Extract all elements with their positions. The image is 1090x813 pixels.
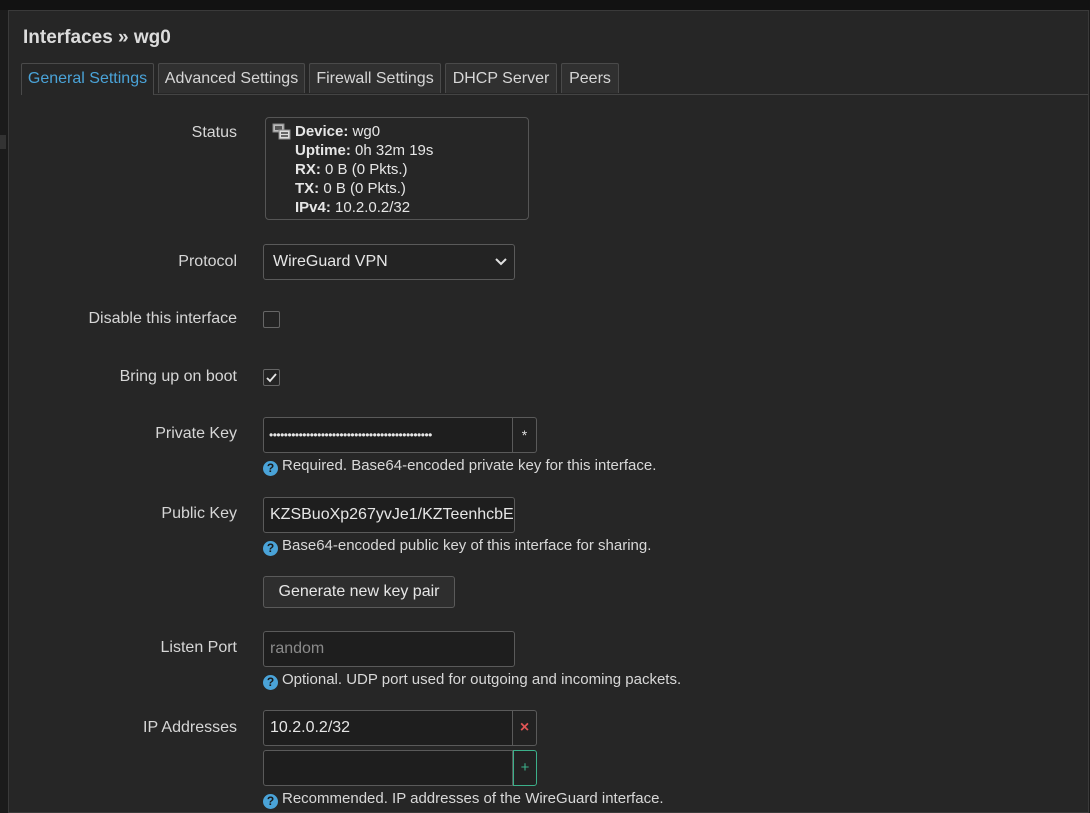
help-icon: ?: [263, 461, 278, 476]
bring-up-on-boot-label: Bring up on boot: [119, 368, 237, 385]
disable-interface-checkbox[interactable]: [263, 311, 280, 328]
private-key-label: Private Key: [155, 425, 237, 442]
bring-up-on-boot-checkbox[interactable]: [263, 369, 280, 386]
generate-key-pair-button[interactable]: Generate new key pair: [263, 576, 455, 608]
public-key-input[interactable]: KZSBuoXp267yvJe1/KZTeenhcbEr: [263, 497, 515, 533]
status-details: Device: wg0 Uptime: 0h 32m 19s RX: 0 B (…: [295, 122, 433, 217]
public-key-help: ? Base64-encoded public key of this inter…: [263, 537, 651, 556]
status-tx: TX: 0 B (0 Pkts.): [295, 180, 406, 197]
tab-dhcp-server[interactable]: DHCP Server: [445, 63, 557, 93]
help-icon: ?: [263, 541, 278, 556]
protocol-select[interactable]: WireGuard VPN: [263, 244, 515, 280]
status-ipv4: IPv4: 10.2.0.2/32: [295, 199, 411, 216]
listen-port-help: ? Optional. UDP port used for outgoing an…: [263, 671, 681, 690]
tab-bar: General Settings Advanced Settings Firew…: [21, 63, 1088, 95]
status-label: Status: [191, 124, 237, 141]
tab-advanced-settings[interactable]: Advanced Settings: [158, 63, 305, 93]
tab-general-settings[interactable]: General Settings: [21, 63, 154, 95]
ip-address-entry[interactable]: 10.2.0.2/32: [263, 710, 513, 746]
page-title: Interfaces » wg0: [23, 27, 171, 48]
add-ip-address-button[interactable]: +: [513, 750, 537, 786]
private-key-input[interactable]: ••••••••••••••••••••••••••••••••••••••••…: [263, 417, 513, 453]
help-icon: ?: [263, 794, 278, 809]
protocol-value: WireGuard VPN: [273, 253, 388, 270]
ip-addresses-help: ? Recommended. IP addresses of the WireGu…: [263, 790, 664, 809]
new-ip-address-input[interactable]: [263, 750, 513, 786]
ip-addresses-label: IP Addresses: [143, 719, 237, 736]
network-device-icon: [272, 123, 291, 140]
private-key-help: ? Required. Base64-encoded private key fo…: [263, 457, 656, 476]
status-box: Device: wg0 Uptime: 0h 32m 19s RX: 0 B (…: [265, 117, 529, 220]
help-icon: ?: [263, 675, 278, 690]
tab-peers[interactable]: Peers: [561, 63, 619, 93]
disable-interface-label: Disable this interface: [88, 310, 237, 327]
check-icon: [266, 373, 277, 383]
protocol-label: Protocol: [178, 253, 237, 270]
tab-firewall-settings[interactable]: Firewall Settings: [309, 63, 441, 93]
status-rx: RX: 0 B (0 Pkts.): [295, 161, 408, 178]
status-device: Device: wg0: [295, 123, 381, 140]
status-uptime: Uptime: 0h 32m 19s: [295, 142, 434, 159]
listen-port-input[interactable]: random: [263, 631, 515, 667]
backdrop-edge: [0, 135, 6, 149]
public-key-label: Public Key: [161, 505, 237, 522]
chevron-down-icon: [495, 258, 507, 266]
reveal-private-key-button[interactable]: *: [513, 417, 537, 453]
remove-ip-address-button[interactable]: ×: [513, 710, 537, 746]
listen-port-label: Listen Port: [160, 639, 237, 656]
interface-edit-modal: Interfaces » wg0 General Settings Advanc…: [8, 10, 1089, 813]
backdrop: [0, 0, 1090, 10]
